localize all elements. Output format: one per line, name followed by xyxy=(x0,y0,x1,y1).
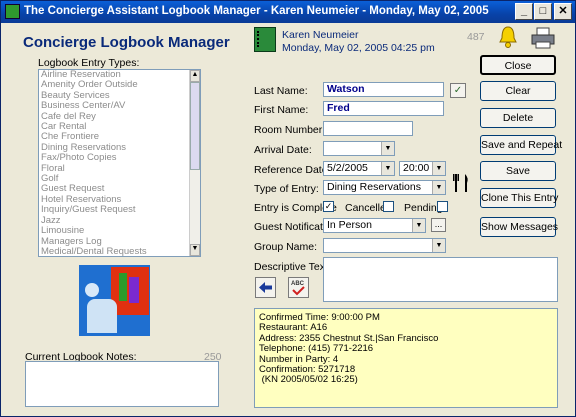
first-name-field[interactable]: Fred xyxy=(323,101,444,116)
chevron-down-icon: ▼ xyxy=(432,162,445,175)
descriptive-text-area[interactable] xyxy=(323,257,558,302)
chevron-down-icon: ▼ xyxy=(412,219,425,232)
bell-icon[interactable] xyxy=(498,25,518,49)
back-arrow-button[interactable] xyxy=(255,277,276,298)
entry-details-box[interactable]: Confirmed Time: 9:00:00 PM Restaurant: A1… xyxy=(254,308,558,408)
entry-type-item[interactable]: Inquiry/Guest Request xyxy=(39,204,200,215)
clone-entry-button[interactable]: Clone This Entry xyxy=(480,188,558,208)
arrival-date-label: Arrival Date: xyxy=(254,144,312,156)
group-name-select[interactable]: ▼ xyxy=(323,238,446,253)
group-name-label: Group Name: xyxy=(254,241,318,253)
minimize-button[interactable]: _ xyxy=(515,3,533,20)
type-of-entry-value: Dining Reservations xyxy=(327,181,421,193)
concierge-logo-image xyxy=(79,265,150,336)
guest-notification-select[interactable]: In Person ▼ xyxy=(323,218,426,233)
type-of-entry-select[interactable]: Dining Reservations ▼ xyxy=(323,180,446,195)
entry-types-items: Airline Reservation Amenity Order Outside… xyxy=(39,70,200,256)
spell-check-icon xyxy=(292,286,305,296)
maximize-button[interactable]: □ xyxy=(534,3,552,20)
detail-line: (KN 2005/05/02 16:25) xyxy=(259,374,358,386)
reference-date-select[interactable]: 5/2/2005 ▼ xyxy=(323,161,395,176)
entry-count: 487 xyxy=(467,31,485,43)
chevron-down-icon: ▼ xyxy=(432,239,445,252)
reference-time-select[interactable]: 20:00 ▼ xyxy=(399,161,446,176)
window-title: The Concierge Assistant Logbook Manager … xyxy=(24,5,489,17)
current-datetime: Monday, May 02, 2005 04:25 pm xyxy=(282,42,435,54)
first-name-label: First Name: xyxy=(254,104,309,116)
app-icon xyxy=(5,4,20,19)
delete-button[interactable]: Delete xyxy=(480,108,556,128)
app-title: Concierge Logbook Manager xyxy=(23,34,230,51)
descriptive-text-label: Descriptive Text: xyxy=(254,261,331,273)
logbook-icon xyxy=(254,27,276,52)
reference-date-label: Reference Date: xyxy=(254,164,331,176)
printer-icon[interactable] xyxy=(531,27,555,49)
save-button[interactable]: Save xyxy=(480,161,556,181)
arrow-left-icon xyxy=(259,282,272,293)
reference-date-value: 5/2/2005 xyxy=(327,162,368,174)
entry-types-scrollbar[interactable]: ▲ ▼ xyxy=(189,70,200,256)
chevron-down-icon: ▼ xyxy=(381,162,394,175)
arrival-date-select[interactable]: ▼ xyxy=(323,141,395,156)
app-window: The Concierge Assistant Logbook Manager … xyxy=(0,0,576,417)
save-and-repeat-button[interactable]: Save and Repeat xyxy=(480,135,562,155)
fork-knife-icon xyxy=(452,172,472,194)
entry-type-item[interactable]: Floral xyxy=(39,163,200,174)
last-name-label: Last Name: xyxy=(254,85,308,97)
entry-details-lines: Confirmed Time: 9:00:00 PM Restaurant: A1… xyxy=(259,312,553,386)
spell-check-button[interactable]: ABC xyxy=(288,277,309,298)
entry-types-list[interactable]: Airline Reservation Amenity Order Outside… xyxy=(38,69,201,257)
room-number-field[interactable] xyxy=(323,121,413,136)
clear-button[interactable]: Clear xyxy=(480,81,556,101)
ellipsis-button[interactable]: ... xyxy=(431,218,446,232)
type-of-entry-label: Type of Entry: xyxy=(254,183,319,195)
chevron-down-icon: ▼ xyxy=(432,181,445,194)
close-window-button[interactable]: ✕ xyxy=(554,3,572,20)
lookup-check-icon[interactable]: ✓ xyxy=(450,83,466,98)
pending-checkbox[interactable] xyxy=(437,201,448,212)
show-messages-button[interactable]: Show Messages xyxy=(480,217,558,237)
entry-type-item[interactable]: Limousine xyxy=(39,225,200,236)
close-button[interactable]: Close xyxy=(480,55,556,75)
guest-notification-value: In Person xyxy=(327,219,372,231)
room-number-label: Room Number: xyxy=(254,124,326,136)
notes-textarea[interactable] xyxy=(25,361,219,407)
entry-types-label: Logbook Entry Types: xyxy=(38,57,140,69)
user-name: Karen Neumeier xyxy=(282,29,359,41)
cancelled-checkbox[interactable] xyxy=(383,201,394,212)
reference-time-value: 20:00 xyxy=(403,162,430,174)
title-bar: The Concierge Assistant Logbook Manager … xyxy=(1,1,575,23)
chevron-down-icon: ▼ xyxy=(381,142,394,155)
last-name-field[interactable]: Watson xyxy=(323,82,444,97)
entry-complete-checkbox[interactable]: ✓ xyxy=(323,201,334,212)
